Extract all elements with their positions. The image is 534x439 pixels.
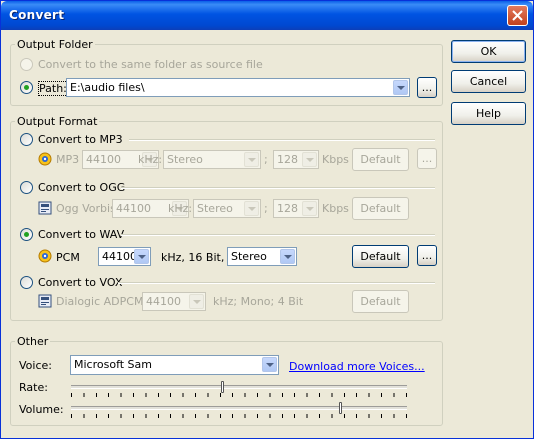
ogg-channels-value: Stereo [197,202,233,215]
voice-label: Voice: [19,359,52,372]
wav-more-button[interactable]: ... [417,245,437,266]
vox-divider [118,282,435,284]
vox-samplerate-select[interactable]: 44100 [142,292,206,311]
chevron-down-icon[interactable] [302,201,317,216]
mp3-khz: kHz: [138,153,163,166]
vox-info: kHz; Mono; 4 Bit [213,295,304,308]
vox-codec: Dialogic ADPCM [56,295,144,308]
wav-samplerate-select[interactable]: 44100 [98,247,151,266]
ogg-format-icon [38,201,52,215]
mp3-bitrate-value: 128 [277,153,298,166]
rate-label: Rate: [19,381,48,394]
mp3-more-button[interactable]: ... [417,148,437,169]
ogg-divider [121,187,435,189]
ogg-samplerate-value: 44100 [116,202,151,215]
volume-slider-ticks [71,414,407,418]
cancel-button[interactable]: Cancel [451,70,526,93]
wav-radio[interactable] [20,228,33,241]
mp3-format-icon [38,152,52,166]
path-combobox[interactable]: E:\audio files\ [66,78,410,97]
ogg-separator: ; [264,202,268,215]
wav-divider [121,234,435,236]
mp3-radio[interactable] [20,133,33,146]
mp3-samplerate-value: 44100 [86,153,121,166]
ogg-codec: Ogg Vorbis [56,202,116,215]
rate-slider-ticks [71,393,407,397]
chevron-down-icon[interactable] [189,294,204,309]
help-button[interactable]: Help [451,102,526,125]
ogg-khz: kHz: [168,202,193,215]
chevron-down-icon[interactable] [280,249,295,264]
mp3-separator: ; [264,153,268,166]
ogg-kbps: Kbps [322,202,349,215]
chevron-down-icon[interactable] [393,80,408,95]
ogg-channels-select[interactable]: Stereo [193,199,261,218]
chevron-down-icon[interactable] [134,249,149,264]
wav-codec: PCM [56,251,80,264]
voice-value: Microsoft Sam [74,358,152,371]
same-folder-radio[interactable] [20,58,33,71]
wav-label[interactable]: Convert to WAV [38,228,124,241]
wav-default-button[interactable]: Default [352,245,409,268]
mp3-kbps: Kbps [322,153,349,166]
download-voices-link[interactable]: Download more Voices... [289,360,425,373]
wav-channels-select[interactable]: Stereo [227,247,297,266]
ogg-label[interactable]: Convert to OGG [38,181,125,194]
ogg-radio[interactable] [20,181,33,194]
other-label: Other [15,335,51,348]
ok-button[interactable]: OK [451,40,526,63]
output-folder-label: Output Folder [15,38,95,51]
chevron-down-icon[interactable] [302,152,317,167]
output-format-label: Output Format [15,115,100,128]
mp3-channels-value: Stereo [167,153,203,166]
mp3-default-button[interactable]: Default [352,148,409,171]
mp3-label[interactable]: Convert to MP3 [38,133,123,146]
vox-label[interactable]: Convert to VOX [38,276,122,289]
mp3-channels-select[interactable]: Stereo [163,150,261,169]
wav-samplerate-value: 44100 [102,250,137,263]
volume-slider-thumb[interactable] [338,402,342,414]
vox-radio[interactable] [20,276,33,289]
ogg-bitrate-value: 128 [277,202,298,215]
wav-format-icon [38,249,52,263]
chevron-down-icon[interactable] [244,152,259,167]
title-bar[interactable]: Convert [1,1,533,30]
volume-label: Volume: [19,403,64,416]
window-title: Convert [9,8,65,22]
chevron-down-icon[interactable] [244,201,259,216]
vox-format-icon [38,294,52,308]
vox-samplerate-value: 44100 [146,295,181,308]
wav-channels-value: Stereo [231,250,267,263]
rate-slider-track[interactable] [71,385,407,389]
mp3-divider [129,139,435,141]
mp3-bitrate-select[interactable]: 128 [273,150,319,169]
close-icon [512,10,523,21]
same-folder-label[interactable]: Convert to the same folder as source fil… [38,58,263,71]
ogg-default-button[interactable]: Default [352,197,409,220]
volume-slider-track[interactable] [71,406,407,410]
voice-select[interactable]: Microsoft Sam [70,355,279,375]
path-label[interactable]: Path: [38,81,68,96]
mp3-codec: MP3 [56,153,80,166]
ogg-bitrate-select[interactable]: 128 [273,199,319,218]
browse-button[interactable]: ... [417,77,437,98]
chevron-down-icon[interactable] [262,357,277,372]
path-value: E:\audio files\ [70,81,145,94]
path-radio[interactable] [20,81,33,94]
rate-slider-thumb[interactable] [221,381,225,393]
close-button[interactable] [507,5,528,26]
convert-dialog: Convert OK Cancel Help Output Folder Con… [0,0,534,439]
vox-default-button[interactable]: Default [352,290,409,313]
wav-khz: kHz, 16 Bit, [161,251,225,264]
